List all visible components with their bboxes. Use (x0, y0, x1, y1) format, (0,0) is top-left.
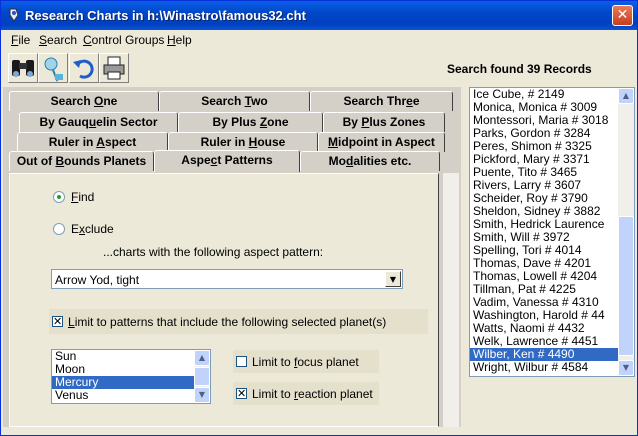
limit-patterns-row: ✕ Limit to patterns that include the fol… (49, 309, 428, 334)
record-item[interactable]: Thomas, Dave # 4201 (470, 257, 618, 270)
planet-item[interactable]: Venus (52, 389, 194, 402)
printer-icon (103, 56, 125, 80)
charts-pattern-label: ...charts with the following aspect patt… (103, 245, 324, 259)
limit-focus-row: Limit to focus planet (233, 350, 379, 373)
tab-out-of-bounds-planets[interactable]: Out of Bounds Planets (9, 151, 154, 171)
record-item[interactable]: Washington, Harold # 44 (470, 309, 618, 322)
record-item[interactable]: Watts, Naomi # 4432 (470, 322, 618, 335)
planet-list-scrollbar[interactable]: ▲ ▼ (194, 350, 210, 403)
tab-aspect-patterns[interactable]: Aspect Patterns (154, 150, 300, 172)
record-item[interactable]: Spelling, Tori # 4014 (470, 244, 618, 257)
find-button[interactable] (8, 53, 38, 83)
records-listbox[interactable]: Ice Cube, # 2149 Monica, Monica # 3009 Mon… (469, 87, 635, 377)
panel-scrollbar[interactable] (443, 173, 459, 427)
tab-modalities-etc[interactable]: Modalities etc. (300, 151, 440, 171)
record-item[interactable]: Scheider, Roy # 3790 (470, 192, 618, 205)
record-item[interactable]: Thomas, Lowell # 4204 (470, 270, 618, 283)
close-icon: ✕ (616, 7, 629, 23)
limit-focus-checkbox[interactable] (236, 356, 247, 367)
menu-control-groups[interactable]: Control Groups (83, 33, 164, 47)
record-item[interactable]: Montessori, Maria # 3018 (470, 114, 618, 127)
record-item-selected[interactable]: Wilber, Ken # 4490 (470, 348, 618, 361)
tab-by-plus-zones[interactable]: By Plus Zones (323, 112, 445, 132)
tab-search-two[interactable]: Search Two (159, 91, 310, 111)
binoculars-icon (12, 60, 34, 77)
record-item[interactable]: Puente, Tito # 3465 (470, 166, 618, 179)
chart-button[interactable] (38, 53, 68, 83)
record-item[interactable]: Wright, Wilbur # 4584 (470, 361, 618, 374)
menu-file[interactable]: File (11, 33, 30, 47)
menu-bar: File Search Control Groups Help (1, 30, 637, 50)
limit-reaction-checkbox[interactable]: ✕ (236, 388, 247, 399)
chart-wheel-icon (44, 57, 63, 82)
print-button[interactable] (99, 53, 129, 83)
record-item[interactable]: Ice Cube, # 2149 (470, 88, 618, 101)
aspect-pattern-select[interactable]: Arrow Yod, tight ▼ (51, 269, 403, 289)
record-item[interactable]: Sheldon, Sidney # 3882 (470, 205, 618, 218)
record-item[interactable]: Monica, Monica # 3009 (470, 101, 618, 114)
tab-search-three[interactable]: Search Three (310, 91, 453, 111)
record-item[interactable]: Tillman, Pat # 4225 (470, 283, 618, 296)
exclude-label: Exclude (71, 222, 114, 236)
limit-patterns-checkbox[interactable]: ✕ (52, 316, 63, 327)
tab-ruler-in-house[interactable]: Ruler in House (168, 132, 318, 152)
find-label: Find (71, 190, 95, 204)
record-item[interactable]: Vadim, Vanessa # 4310 (470, 296, 618, 309)
record-item[interactable]: Smith, Will # 3972 (470, 231, 618, 244)
tab-by-plus-zone[interactable]: By Plus Zone (178, 112, 323, 132)
scroll-thumb[interactable] (194, 367, 210, 386)
planet-listbox[interactable]: Sun Moon Mercury Venus ▲ ▼ (51, 349, 211, 404)
record-item[interactable]: Parks, Gordon # 3284 (470, 127, 618, 140)
scroll-down-icon[interactable]: ▼ (618, 360, 634, 376)
record-item[interactable]: Peres, Shimon # 3325 (470, 140, 618, 153)
app-icon (9, 8, 19, 22)
menu-search[interactable]: Search (39, 33, 77, 47)
scroll-down-icon[interactable]: ▼ (194, 387, 210, 403)
record-item[interactable]: Welk, Lawrence # 4451 (470, 335, 618, 348)
limit-patterns-label: Limit to patterns that include the follo… (68, 315, 387, 329)
tab-search-one[interactable]: Search One (9, 91, 159, 111)
research-charts-window: Research Charts in h:\Winastro\famous32.… (0, 0, 638, 436)
scroll-thumb[interactable] (618, 216, 634, 356)
find-radio[interactable] (53, 191, 65, 203)
chevron-down-icon[interactable]: ▼ (385, 271, 401, 287)
record-item[interactable]: Pickford, Mary # 3371 (470, 153, 618, 166)
close-button[interactable]: ✕ (612, 5, 633, 26)
exclude-radio[interactable] (53, 223, 65, 235)
tab-midpoint-in-aspect[interactable]: Midpoint in Aspect (318, 132, 445, 152)
limit-reaction-label: Limit to reaction planet (252, 387, 373, 401)
undo-arrow-icon (73, 59, 94, 79)
scroll-up-icon[interactable]: ▲ (618, 88, 634, 104)
tab-ruler-in-aspect[interactable]: Ruler in Aspect (17, 132, 168, 152)
window-title: Research Charts in h:\Winastro\famous32.… (25, 8, 306, 23)
tab-by-gauquelin-sector[interactable]: By Gauquelin Sector (19, 112, 178, 132)
aspect-pattern-value: Arrow Yod, tight (55, 273, 140, 287)
limit-focus-label: Limit to focus planet (252, 355, 359, 369)
records-scrollbar[interactable]: ▲ ▼ (618, 88, 634, 376)
record-item[interactable]: Smith, Hedrick Laurence (470, 218, 618, 231)
search-status: Search found 39 Records (447, 62, 592, 76)
scroll-up-icon[interactable]: ▲ (194, 350, 210, 366)
menu-help[interactable]: Help (167, 33, 192, 47)
record-item[interactable]: Rivers, Larry # 3607 (470, 179, 618, 192)
undo-button[interactable] (69, 53, 99, 83)
title-bar[interactable]: Research Charts in h:\Winastro\famous32.… (1, 1, 637, 30)
records-list: Ice Cube, # 2149 Monica, Monica # 3009 Mon… (470, 88, 634, 374)
limit-reaction-row: ✕ Limit to reaction planet (233, 382, 379, 405)
